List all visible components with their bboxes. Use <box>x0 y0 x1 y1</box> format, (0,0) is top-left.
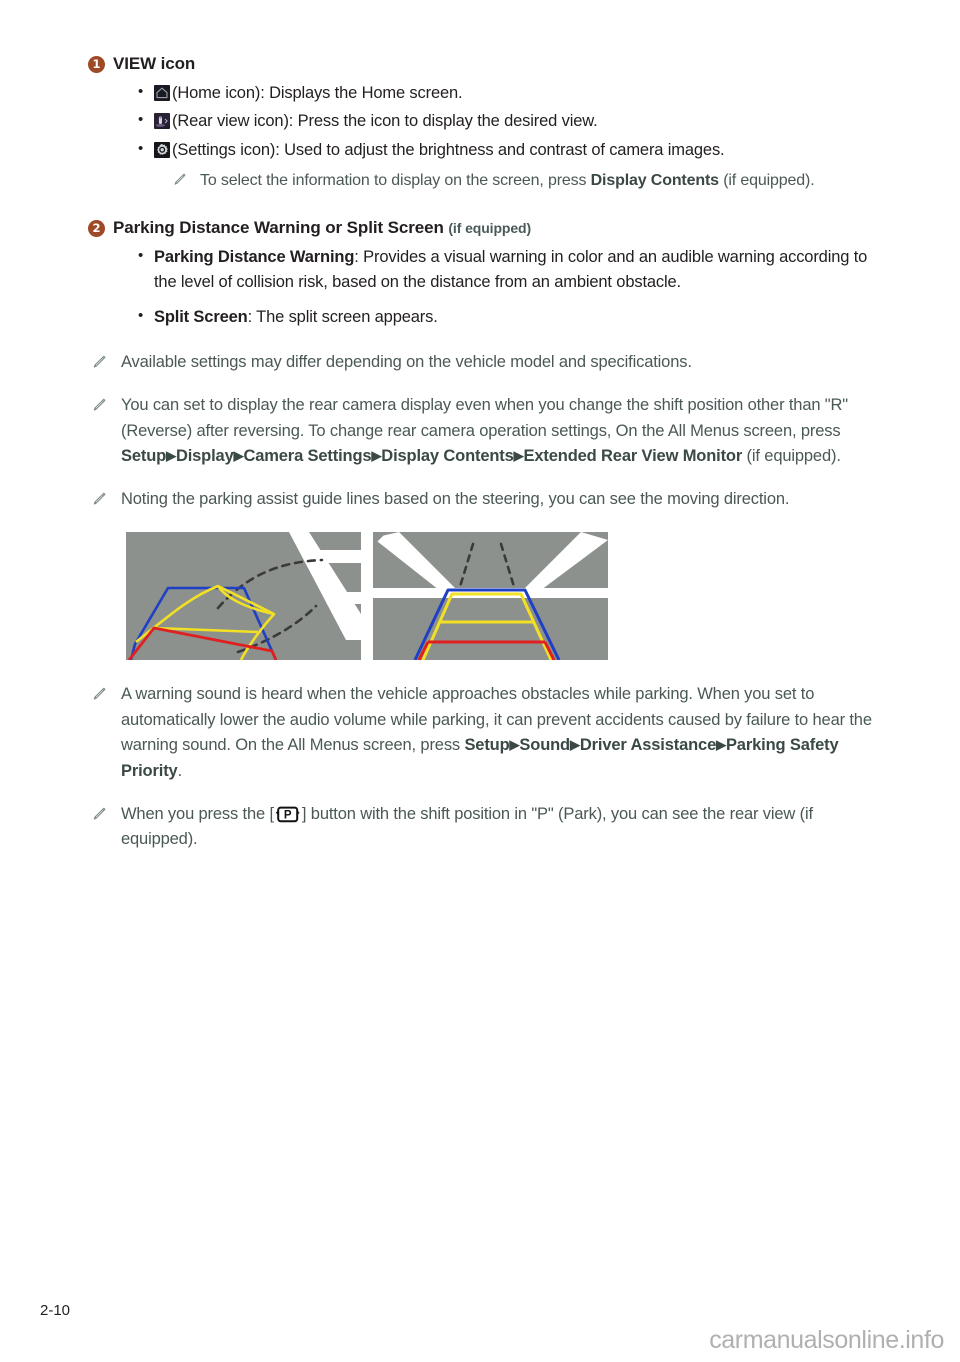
menu-path-sound: Sound <box>519 736 570 755</box>
page-number: 2-10 <box>40 1302 71 1319</box>
pencil-icon <box>91 805 107 821</box>
chevron-right-icon-2: ▶ <box>233 448 244 464</box>
settings-icon <box>154 141 170 158</box>
section-title-suffix: (if equipped) <box>448 220 532 237</box>
watermark: carmanualsonline.info <box>709 1326 944 1354</box>
note-text: You can set to display the rear camera d… <box>121 396 848 440</box>
pencil-icon <box>91 685 107 701</box>
list-item-label: : The split screen appears. <box>247 307 438 326</box>
chevron-right-icon-3: ▶ <box>371 448 382 464</box>
menu-path-display-contents: Display Contents <box>381 447 514 466</box>
note-available-settings: Available settings may differ depending … <box>88 350 888 376</box>
menu-path-driver-assistance: Driver Assistance <box>579 736 717 755</box>
list-item: Parking Distance Warning: Provides a vis… <box>138 244 888 296</box>
list-item-label: (Home icon): Displays the Home screen. <box>172 83 463 102</box>
list-item-term: Parking Distance Warning <box>154 247 355 266</box>
note-text-suffix: (if equipped). <box>742 447 841 466</box>
chevron-right-icon-1: ▶ <box>166 448 176 464</box>
pencil-icon <box>91 353 107 369</box>
subnote-display-contents: To select the information to display on … <box>170 169 888 194</box>
pencil-icon <box>91 490 107 506</box>
note-warning-sound: A warning sound is heard when the vehicl… <box>88 682 888 784</box>
home-icon <box>154 84 170 101</box>
svg-text:P: P <box>284 809 292 821</box>
menu-path-camera-settings: Camera Settings <box>243 447 372 466</box>
chevron-right-icon-1: ▶ <box>509 737 520 753</box>
rear-view-icon <box>154 113 170 130</box>
pencil-icon <box>172 171 187 186</box>
guide-line-figures <box>126 532 888 661</box>
list-item-label: (Rear view icon): Press the icon to disp… <box>172 112 598 131</box>
section-view-icon: 1 VIEW icon (Home icon): Displays the Ho… <box>88 52 888 194</box>
chevron-right-icon-2: ▶ <box>569 737 580 753</box>
section-title: Parking Distance Warning or Split Screen… <box>113 216 888 241</box>
menu-path-setup: Setup <box>464 736 510 755</box>
park-button-icon: P <box>275 806 301 823</box>
list-item-term: Split Screen <box>154 307 248 326</box>
list-item: (Settings icon): Used to adjust the brig… <box>138 137 888 164</box>
chevron-right-icon-3: ▶ <box>716 737 726 753</box>
note-extended-rear-view: You can set to display the rear camera d… <box>88 393 888 470</box>
section-heading: 1 VIEW icon <box>88 52 888 77</box>
figure-curved-guide-lines <box>126 532 361 661</box>
bullet-list-parking: Parking Distance Warning: Provides a vis… <box>88 244 888 331</box>
section-heading: 2 Parking Distance Warning or Split Scre… <box>88 216 888 241</box>
manual-page: 1 VIEW icon (Home icon): Displays the Ho… <box>0 0 960 1362</box>
section-number-badge: 2 <box>88 220 105 238</box>
note-text: Available settings may differ depending … <box>121 353 692 372</box>
list-item-label: (Settings icon): Used to adjust the brig… <box>172 140 725 159</box>
menu-path-display: Display <box>175 447 234 466</box>
chevron-right-icon-4: ▶ <box>513 448 524 464</box>
figure-straight-guide-lines <box>373 532 608 661</box>
menu-path-setup: Setup <box>121 447 167 466</box>
section-number-badge: 1 <box>88 56 105 73</box>
note-parking-assist-guide-lines: Noting the parking assist guide lines ba… <box>88 487 888 513</box>
section-title-main: Parking Distance Warning or Split Screen <box>113 218 444 238</box>
subnote-bold-term: Display Contents <box>590 172 719 190</box>
bullet-list-view-icon: (Home icon): Displays the Home screen. (… <box>88 80 888 164</box>
subnote-text-before: To select the information to display on … <box>200 172 591 190</box>
pencil-icon <box>91 396 107 412</box>
note-text: Noting the parking assist guide lines ba… <box>121 489 790 508</box>
list-item: (Rear view icon): Press the icon to disp… <box>138 108 888 135</box>
section-title: VIEW icon <box>113 54 196 73</box>
note-text-suffix: . <box>177 761 183 780</box>
menu-path-extended-rear-view-monitor: Extended Rear View Monitor <box>523 447 743 466</box>
list-item: Split Screen: The split screen appears. <box>138 304 888 331</box>
note-text: When you press the [ <box>121 804 274 823</box>
page-content: 1 VIEW icon (Home icon): Displays the Ho… <box>88 52 888 853</box>
note-park-button: When you press the [ P ] button with the… <box>88 802 888 853</box>
list-item: (Home icon): Displays the Home screen. <box>138 80 888 107</box>
subnote-text-after: (if equipped). <box>718 172 815 190</box>
section-parking-distance-warning: 2 Parking Distance Warning or Split Scre… <box>88 216 888 330</box>
